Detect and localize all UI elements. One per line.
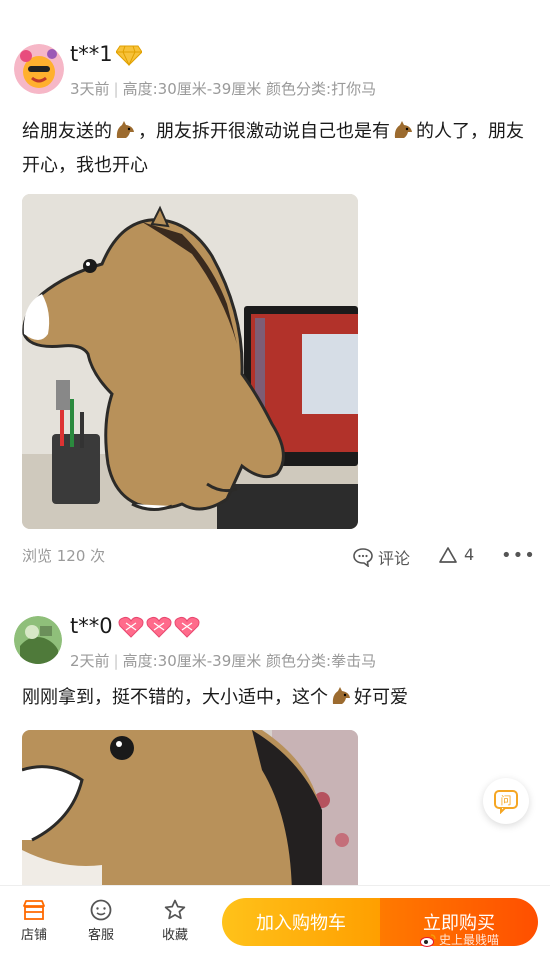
comment-button[interactable]: 评论: [352, 545, 410, 569]
review-variant: 颜色分类:拳击马: [266, 652, 377, 670]
review-text-part: 好可爱: [354, 687, 408, 708]
more-icon[interactable]: •••: [501, 545, 536, 566]
review-text-part: 刚刚拿到，挺不错的，大小适中，这个: [22, 687, 328, 708]
review-photo[interactable]: [22, 730, 358, 900]
username: t**0: [70, 614, 113, 638]
favorite-label: 收藏: [161, 928, 188, 943]
review-meta: 3天前 | 高度:30厘米-39厘米 颜色分类:打你马: [70, 78, 376, 99]
like-button[interactable]: 4: [438, 545, 474, 564]
watermark-text: 史上最贱喵: [439, 933, 500, 947]
like-count: 4: [464, 545, 475, 564]
comment-label: 评论: [378, 549, 411, 568]
user-badge: [118, 616, 200, 638]
horse-emoji-icon: [330, 685, 352, 716]
review-time: 3天前: [70, 80, 110, 98]
store-icon: [23, 900, 45, 920]
review-size: 高度:30厘米-39厘米: [122, 652, 262, 670]
add-to-cart-button[interactable]: 加入购物车: [222, 898, 380, 946]
review-text-part: 给朋友送的: [22, 121, 112, 142]
review-text: 给朋友送的 ，朋友拆开很激动说自己也是有 的人了，朋友开心，我也开心: [22, 116, 532, 181]
service-label: 客服: [87, 928, 114, 943]
favorite-tab[interactable]: 收藏: [153, 896, 197, 943]
ask-button[interactable]: 问: [483, 778, 529, 824]
review-time: 2天前: [70, 652, 110, 670]
shop-tab[interactable]: 店铺: [12, 896, 56, 943]
meta-separator: |: [113, 80, 119, 98]
review-stats: 浏览 120 次 评论 4 •••: [0, 545, 550, 569]
review-variant: 颜色分类:打你马: [266, 80, 377, 98]
service-tab[interactable]: 客服: [79, 896, 123, 943]
avatar[interactable]: [14, 44, 64, 94]
heart-badge-icon: [146, 616, 172, 638]
review-photo[interactable]: [22, 194, 358, 529]
heart-badge-icon: [118, 616, 144, 638]
avatar[interactable]: [14, 616, 62, 664]
watermark: 史上最贱喵: [420, 931, 499, 948]
service-icon: [90, 899, 112, 921]
username: t**1: [70, 42, 113, 66]
heart-badge-icon: [174, 616, 200, 638]
user-badge: [116, 44, 142, 66]
star-icon: [164, 899, 186, 920]
review-text-part: ，朋友拆开很激动说自己也是有: [138, 121, 390, 142]
ask-icon: 问: [494, 790, 518, 814]
weibo-icon: [420, 933, 436, 947]
horse-emoji-icon: [114, 119, 136, 150]
review-size: 高度:30厘米-39厘米: [122, 80, 262, 98]
meta-separator: |: [113, 652, 119, 670]
gold-diamond-icon: [116, 45, 142, 66]
ask-label: 问: [501, 794, 512, 807]
view-count: 浏览 120 次: [22, 547, 106, 565]
shop-label: 店铺: [20, 928, 47, 943]
review-text: 刚刚拿到，挺不错的，大小适中，这个 好可爱: [22, 682, 532, 716]
triangle-like-icon: [439, 546, 457, 563]
review-meta: 2天前 | 高度:30厘米-39厘米 颜色分类:拳击马: [70, 650, 376, 671]
horse-emoji-icon: [392, 119, 414, 150]
comment-icon: [353, 548, 373, 567]
